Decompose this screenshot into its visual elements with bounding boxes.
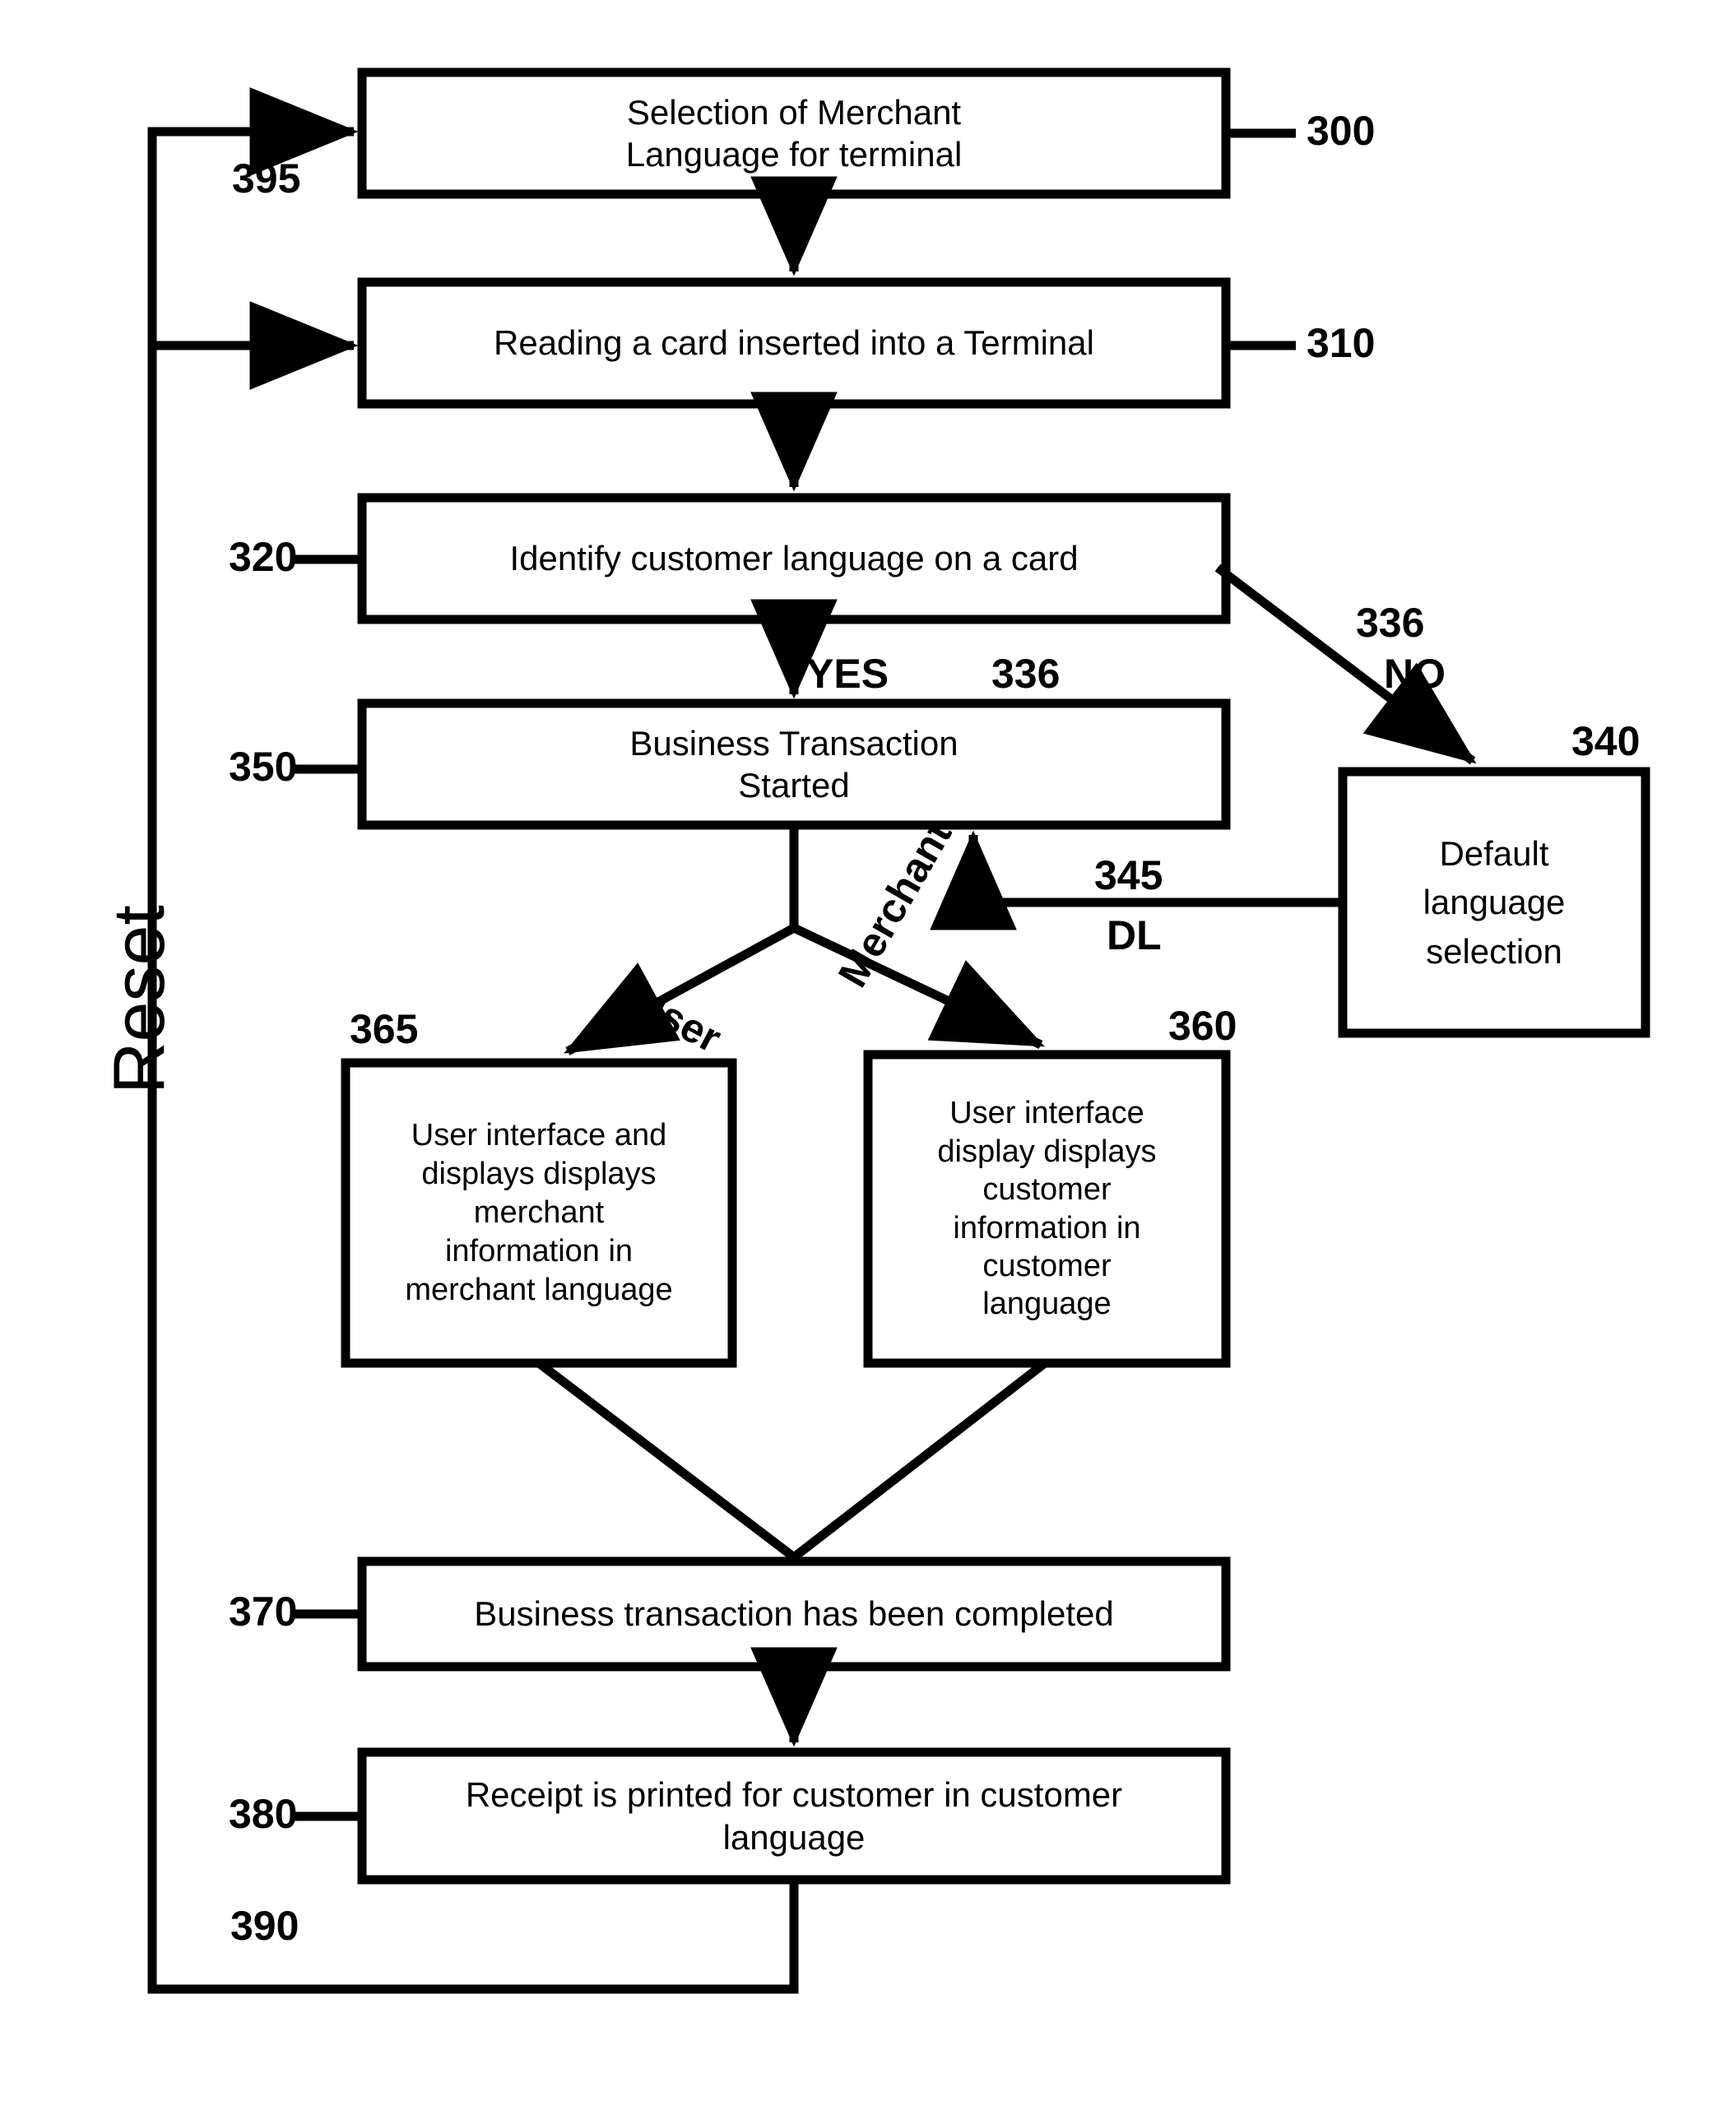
figure-canvas: Selection of Merchant Language for termi… [0,0,1736,2101]
edge-label-dl: DL [1107,912,1162,958]
ref-label-360: 360 [1168,1003,1237,1049]
ref-label-340: 340 [1571,718,1641,764]
ref-label-310: 310 [1307,320,1376,366]
node-box-340 [1338,767,1650,1038]
node-box-350 [357,698,1231,830]
edge-label-no-ref: 336 [1356,600,1425,646]
node-box-365 [341,1058,737,1368]
node-box-370 [357,1556,1231,1672]
arrow-split-merchant [791,924,1045,1049]
merge-from-365 [536,1359,797,1561]
edge-label-no: NO [1384,651,1446,697]
reset-label: Reset [98,905,179,1094]
flowchart-svg [147,67,1650,1994]
node-box-320 [357,493,1231,624]
ref-label-300: 300 [1307,108,1376,154]
ref-label-380: 380 [229,1791,298,1837]
edge-label-dl-ref: 345 [1094,852,1163,898]
node-box-300 [357,67,1231,199]
edge-label-yes-ref: 336 [991,651,1061,697]
ref-label-350: 350 [229,744,298,790]
edge-label-yes: YES [806,651,889,697]
ref-label-320: 320 [229,534,298,580]
node-box-380 [357,1747,1231,1885]
node-box-310 [357,277,1231,409]
ref-label-395: 395 [232,155,301,202]
node-box-360 [863,1050,1231,1368]
ref-label-390: 390 [230,1903,299,1949]
ref-label-370: 370 [229,1589,298,1635]
ref-label-365: 365 [350,1006,419,1052]
merge-from-360 [791,1359,1048,1561]
